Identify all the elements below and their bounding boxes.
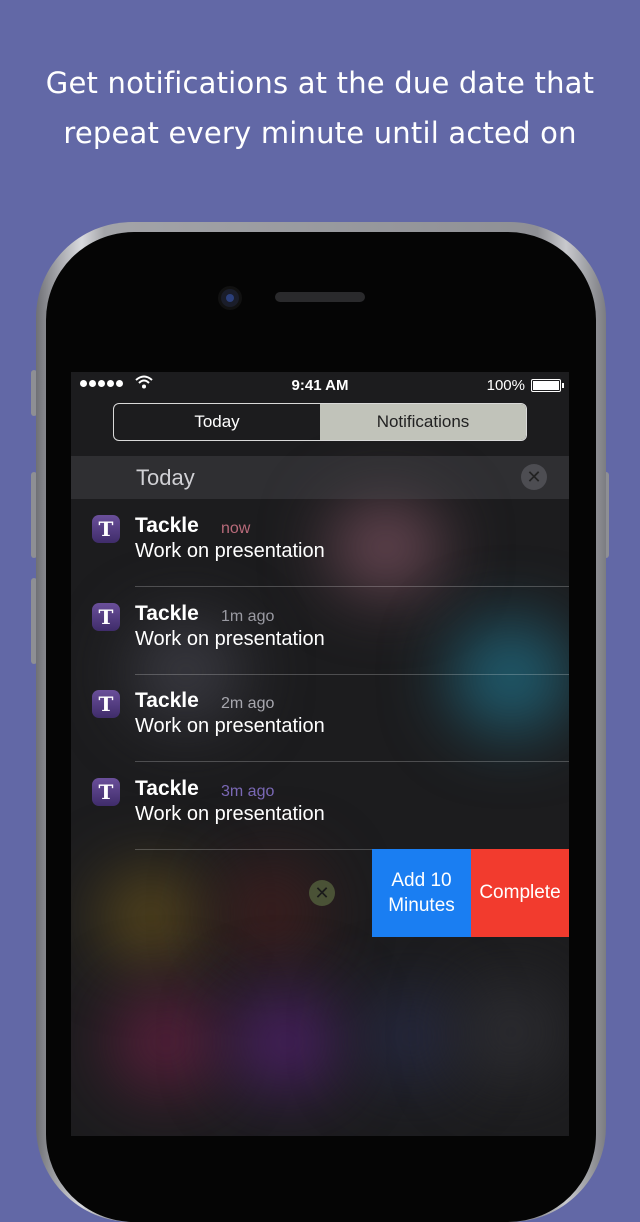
add-button-label-line-2: Minutes (388, 895, 455, 916)
notification-center-screen: 9:41 AM 100% Today Notifications Today ✕… (71, 372, 569, 1136)
notification-app-name: Tackle (135, 777, 199, 800)
notification-message: Work on presentation (135, 628, 325, 650)
notification-time: 1m ago (221, 608, 275, 625)
dismiss-icon[interactable]: ✕ (309, 880, 335, 906)
notification-time: now (221, 520, 251, 537)
notification-app-name: Tackle (135, 514, 199, 537)
battery-percentage: 100% (486, 377, 525, 394)
tackle-app-icon: T (92, 690, 120, 718)
battery-icon (531, 379, 564, 392)
segmented-control: Today Notifications (113, 403, 527, 441)
blur-blob (461, 982, 561, 1082)
add-button-label-line-1: Add 10 (391, 870, 452, 891)
status-bar: 9:41 AM 100% (71, 372, 569, 398)
section-header: Today ✕ (71, 456, 569, 499)
front-camera (221, 289, 239, 307)
tab-today[interactable]: Today (114, 404, 320, 440)
headline: Get notifications at the due date that r… (0, 58, 640, 158)
blur-blob (221, 862, 321, 962)
earpiece-speaker (275, 292, 365, 302)
headline-line-2: repeat every minute until acted on (63, 116, 577, 150)
tackle-app-icon: T (92, 778, 120, 806)
section-title: Today (136, 465, 195, 490)
notification-message: Work on presentation (135, 803, 325, 825)
complete-button[interactable]: Complete (471, 849, 569, 937)
notification-item[interactable]: T Tackle now Work on presentation (71, 499, 569, 587)
notification-app-name: Tackle (135, 689, 199, 712)
notification-item[interactable]: T Tackle 2m ago Work on presentation (71, 674, 569, 762)
notification-app-name: Tackle (135, 602, 199, 625)
clear-icon[interactable]: ✕ (521, 464, 547, 490)
notification-item[interactable]: T Tackle 1m ago Work on presentation (71, 587, 569, 675)
add-10-minutes-button[interactable]: Add 10 Minutes (372, 849, 471, 937)
notification-item[interactable]: T Tackle 3m ago Work on presentation (71, 762, 569, 850)
notification-time: 3m ago (221, 783, 275, 800)
blur-blob (111, 992, 221, 1092)
notification-message: Work on presentation (135, 715, 325, 737)
headline-line-1: Get notifications at the due date that (45, 66, 595, 100)
tackle-app-icon: T (92, 603, 120, 631)
blur-blob (361, 992, 461, 1082)
notification-message: Work on presentation (135, 540, 325, 562)
blur-blob (231, 992, 341, 1092)
tab-notifications[interactable]: Notifications (320, 404, 526, 440)
blur-blob (101, 872, 201, 962)
notification-time: 2m ago (221, 695, 275, 712)
tackle-app-icon: T (92, 515, 120, 543)
